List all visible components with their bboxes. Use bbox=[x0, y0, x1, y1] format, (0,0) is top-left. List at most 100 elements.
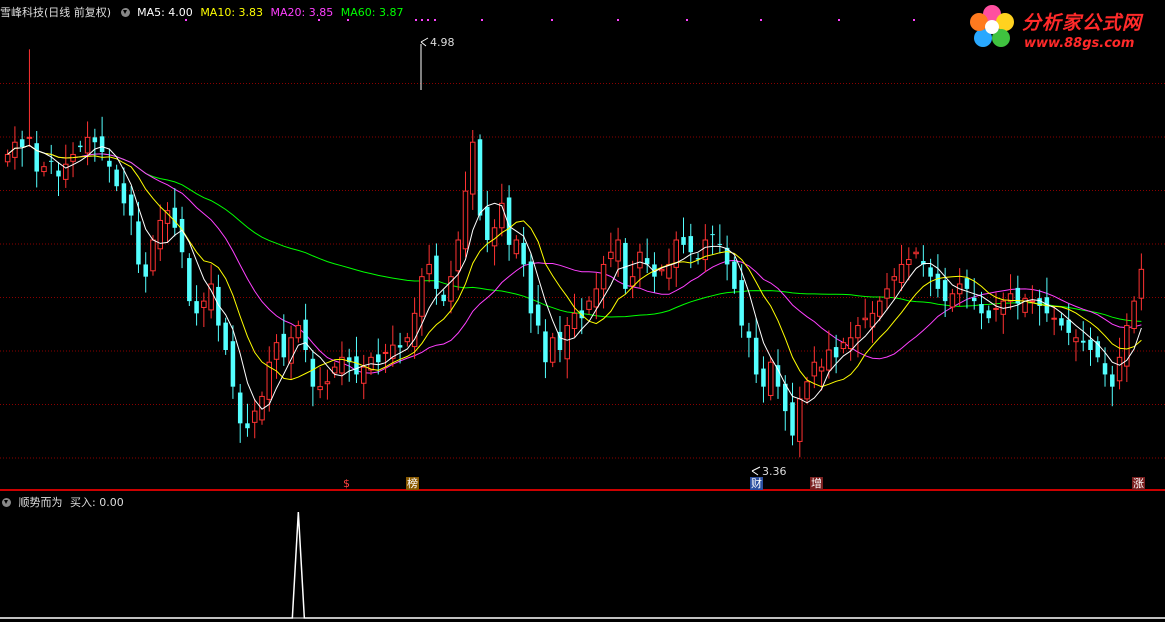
candle-body bbox=[818, 366, 825, 372]
candle-body bbox=[746, 331, 752, 338]
marker-dot bbox=[427, 19, 429, 21]
candle-body bbox=[477, 139, 483, 216]
high-price-label: 4.98 bbox=[430, 36, 455, 49]
candle-body bbox=[666, 263, 672, 279]
candle-body bbox=[855, 325, 861, 339]
event-tag[interactable]: 增 bbox=[810, 477, 823, 490]
ma10-label: MA10: 3.83 bbox=[200, 6, 264, 19]
candle-body bbox=[245, 423, 250, 429]
candle-body bbox=[528, 261, 534, 314]
candle-body bbox=[92, 137, 98, 143]
candle-body bbox=[114, 169, 119, 187]
buy-label: 买入: 0.00 bbox=[70, 496, 124, 509]
candle-body bbox=[26, 136, 33, 139]
candle-body bbox=[1138, 268, 1145, 299]
candle-body bbox=[19, 139, 25, 148]
candle-body bbox=[710, 234, 715, 236]
dropdown-icon[interactable] bbox=[120, 8, 130, 17]
candle-body bbox=[150, 239, 156, 272]
main-header: 雪峰科技(日线 前复权) MA5: 4.00 MA10: 3.83 MA20: … bbox=[0, 4, 407, 20]
marker-dot bbox=[481, 19, 483, 21]
candle-body bbox=[237, 392, 243, 424]
event-tag[interactable]: $ bbox=[342, 477, 351, 490]
event-tag[interactable]: 榜 bbox=[406, 477, 419, 490]
candle-body bbox=[681, 237, 686, 245]
candle-body bbox=[564, 325, 570, 360]
candle-body bbox=[637, 251, 643, 269]
ma5-label: MA5: 4.00 bbox=[137, 6, 193, 19]
candle-body bbox=[513, 239, 520, 255]
candle-body bbox=[993, 307, 999, 310]
candle-body bbox=[767, 361, 774, 396]
candle-body bbox=[804, 381, 810, 400]
ma20-line-group bbox=[7, 144, 1142, 374]
candle-body bbox=[1102, 363, 1108, 375]
candle-body bbox=[376, 354, 381, 363]
dropdown-icon[interactable] bbox=[2, 498, 11, 507]
candle-body bbox=[107, 160, 112, 167]
candle-body bbox=[303, 319, 308, 350]
event-tag[interactable]: 涨 bbox=[1132, 477, 1145, 490]
candle-body bbox=[187, 258, 192, 302]
candle-body bbox=[441, 294, 446, 302]
candle-body bbox=[404, 337, 411, 343]
candle-body bbox=[876, 300, 883, 317]
indicator-header: 顺势而为 买入: 0.00 bbox=[0, 494, 128, 510]
marker-dot bbox=[760, 19, 762, 21]
logo-url: www.88gs.com bbox=[1024, 36, 1135, 51]
candle-body bbox=[979, 304, 984, 314]
marker-dot bbox=[551, 19, 553, 21]
marker-dot bbox=[415, 19, 417, 21]
candle-body bbox=[216, 286, 221, 326]
candle-body bbox=[549, 337, 556, 363]
flower-icon bbox=[970, 5, 1014, 47]
grid-lines bbox=[0, 83, 1165, 459]
candle-body bbox=[310, 358, 316, 387]
candle-body bbox=[1110, 374, 1115, 387]
marker-dot bbox=[617, 19, 619, 21]
candle-body bbox=[84, 136, 91, 154]
candle-body bbox=[615, 239, 621, 262]
candle-body bbox=[491, 227, 498, 247]
candle-body bbox=[891, 276, 898, 281]
candle-body bbox=[360, 366, 367, 384]
logo-text: 分析家公式网 bbox=[1022, 12, 1143, 34]
candle-body bbox=[354, 356, 359, 375]
candle-body bbox=[833, 347, 839, 358]
candle-body bbox=[4, 153, 11, 163]
candle-body bbox=[1131, 300, 1137, 329]
candle-body bbox=[717, 243, 723, 245]
ma10-line-group bbox=[7, 144, 1142, 388]
candle-body bbox=[382, 351, 389, 354]
candle-body bbox=[470, 141, 476, 195]
indicator-title: 顺势而为 bbox=[18, 496, 63, 509]
low-price-label: 3.36 bbox=[762, 465, 787, 478]
candle-body bbox=[862, 317, 868, 321]
candle-body bbox=[971, 297, 977, 302]
candle-body bbox=[732, 261, 737, 289]
candle-body bbox=[1088, 339, 1093, 350]
candle-body bbox=[397, 345, 403, 348]
candle-body bbox=[658, 268, 665, 272]
candle-body bbox=[942, 280, 948, 302]
candle-body bbox=[230, 341, 236, 387]
candle-body bbox=[1066, 319, 1071, 333]
candle-body bbox=[826, 349, 832, 371]
candle-body bbox=[78, 145, 83, 148]
candle-body bbox=[485, 206, 490, 240]
candle-body bbox=[543, 331, 548, 363]
candle-body bbox=[462, 190, 469, 250]
candle-body bbox=[775, 365, 781, 387]
buy-signal-line bbox=[0, 511, 1165, 619]
candle-body bbox=[128, 194, 134, 216]
candle-body bbox=[688, 236, 694, 253]
candle-body bbox=[884, 288, 890, 299]
candle-body bbox=[586, 300, 592, 310]
candle-body bbox=[847, 337, 854, 350]
candle-body bbox=[201, 300, 207, 308]
candle-body bbox=[906, 259, 912, 265]
candle-body bbox=[739, 280, 744, 326]
event-tag[interactable]: 财 bbox=[750, 477, 763, 490]
candle-body bbox=[121, 183, 127, 204]
candle-body bbox=[790, 402, 795, 436]
